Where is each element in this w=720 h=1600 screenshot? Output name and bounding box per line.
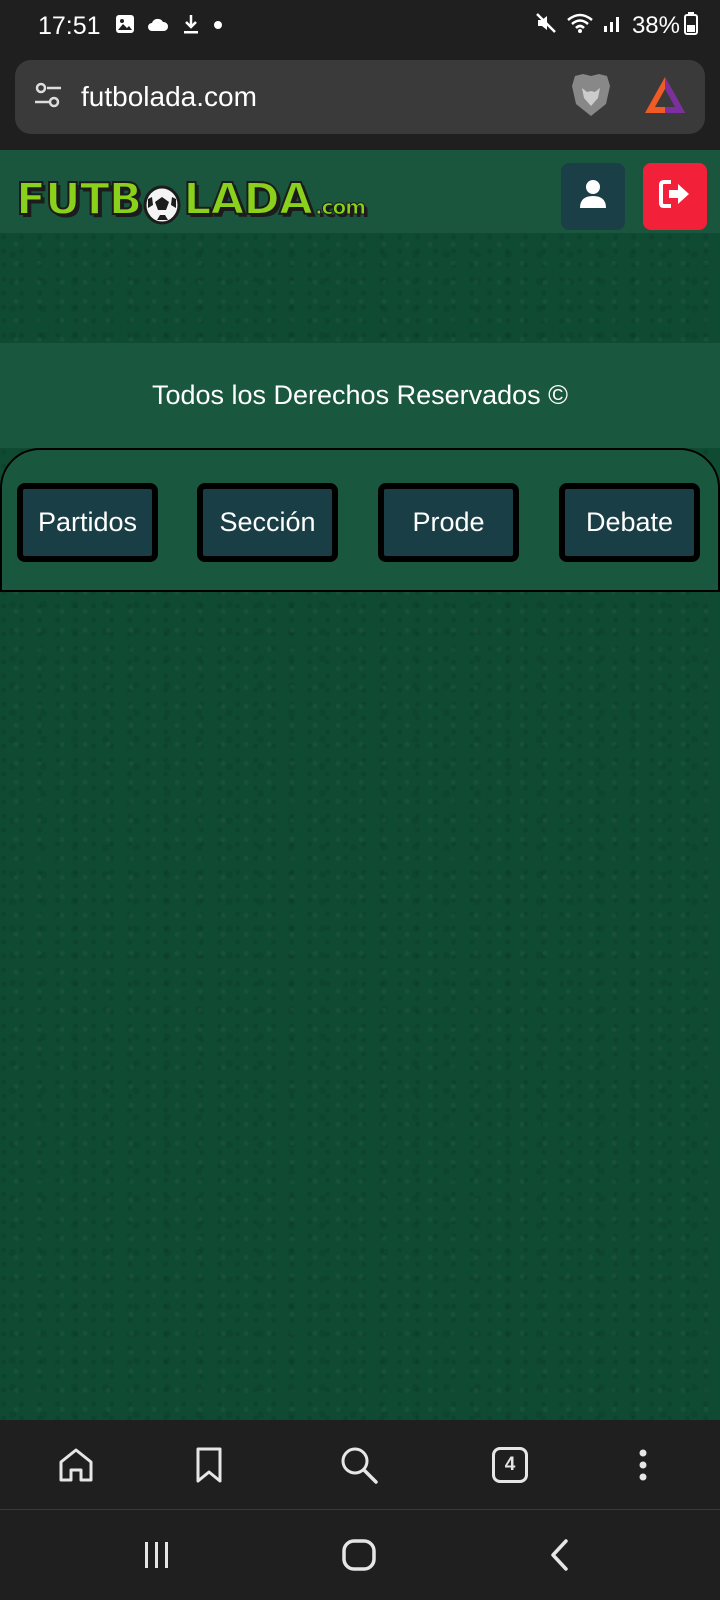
nav-seccion-button[interactable]: Sección [197, 483, 338, 562]
gallery-icon [115, 14, 135, 39]
browser-address-area: futbolada.com [0, 52, 720, 150]
tabs-icon[interactable]: 4 [487, 1442, 533, 1488]
recents-icon[interactable] [132, 1532, 182, 1578]
site-header: FUTB LADA .com [0, 150, 720, 233]
nav-prode-button[interactable]: Prode [378, 483, 519, 562]
site-logo[interactable]: FUTB LADA .com [15, 159, 367, 226]
wifi-icon [566, 12, 594, 41]
brave-shields-icon[interactable] [569, 72, 613, 123]
search-icon[interactable] [336, 1442, 382, 1488]
nav-debate-button[interactable]: Debate [559, 483, 700, 562]
back-icon[interactable] [535, 1532, 585, 1578]
more-icon[interactable] [620, 1442, 666, 1488]
site-nav-panel: Partidos Sección Prode Debate [0, 448, 720, 592]
site-settings-icon[interactable] [33, 80, 63, 115]
status-bar: 17:51 38% [0, 0, 720, 52]
battery-icon [684, 11, 698, 42]
status-time: 17:51 [38, 11, 101, 40]
home-nav-icon[interactable] [334, 1532, 384, 1578]
brave-rewards-icon[interactable] [643, 75, 687, 120]
home-icon[interactable] [53, 1442, 99, 1488]
url-text[interactable]: futbolada.com [81, 81, 569, 113]
mute-icon [534, 11, 558, 42]
main-content-area [0, 448, 720, 1420]
copyright-text: Todos los Derechos Reservados © [0, 343, 720, 448]
logout-button[interactable] [643, 163, 707, 230]
tab-count: 4 [492, 1447, 528, 1483]
soccer-ball-icon [142, 181, 182, 225]
address-bar[interactable]: futbolada.com [15, 60, 705, 134]
cloud-icon [147, 15, 169, 38]
download-icon [181, 13, 201, 40]
signal-icon [602, 12, 624, 41]
system-nav-bar [0, 1510, 720, 1600]
bookmark-icon[interactable] [186, 1442, 232, 1488]
battery-percent: 38% [631, 12, 680, 39]
user-profile-button[interactable] [561, 163, 625, 230]
dot-icon [213, 17, 223, 35]
banner-area [0, 233, 720, 343]
logout-icon [658, 179, 692, 214]
nav-partidos-button[interactable]: Partidos [17, 483, 158, 562]
user-icon [579, 179, 607, 214]
browser-toolbar: 4 [0, 1420, 720, 1510]
